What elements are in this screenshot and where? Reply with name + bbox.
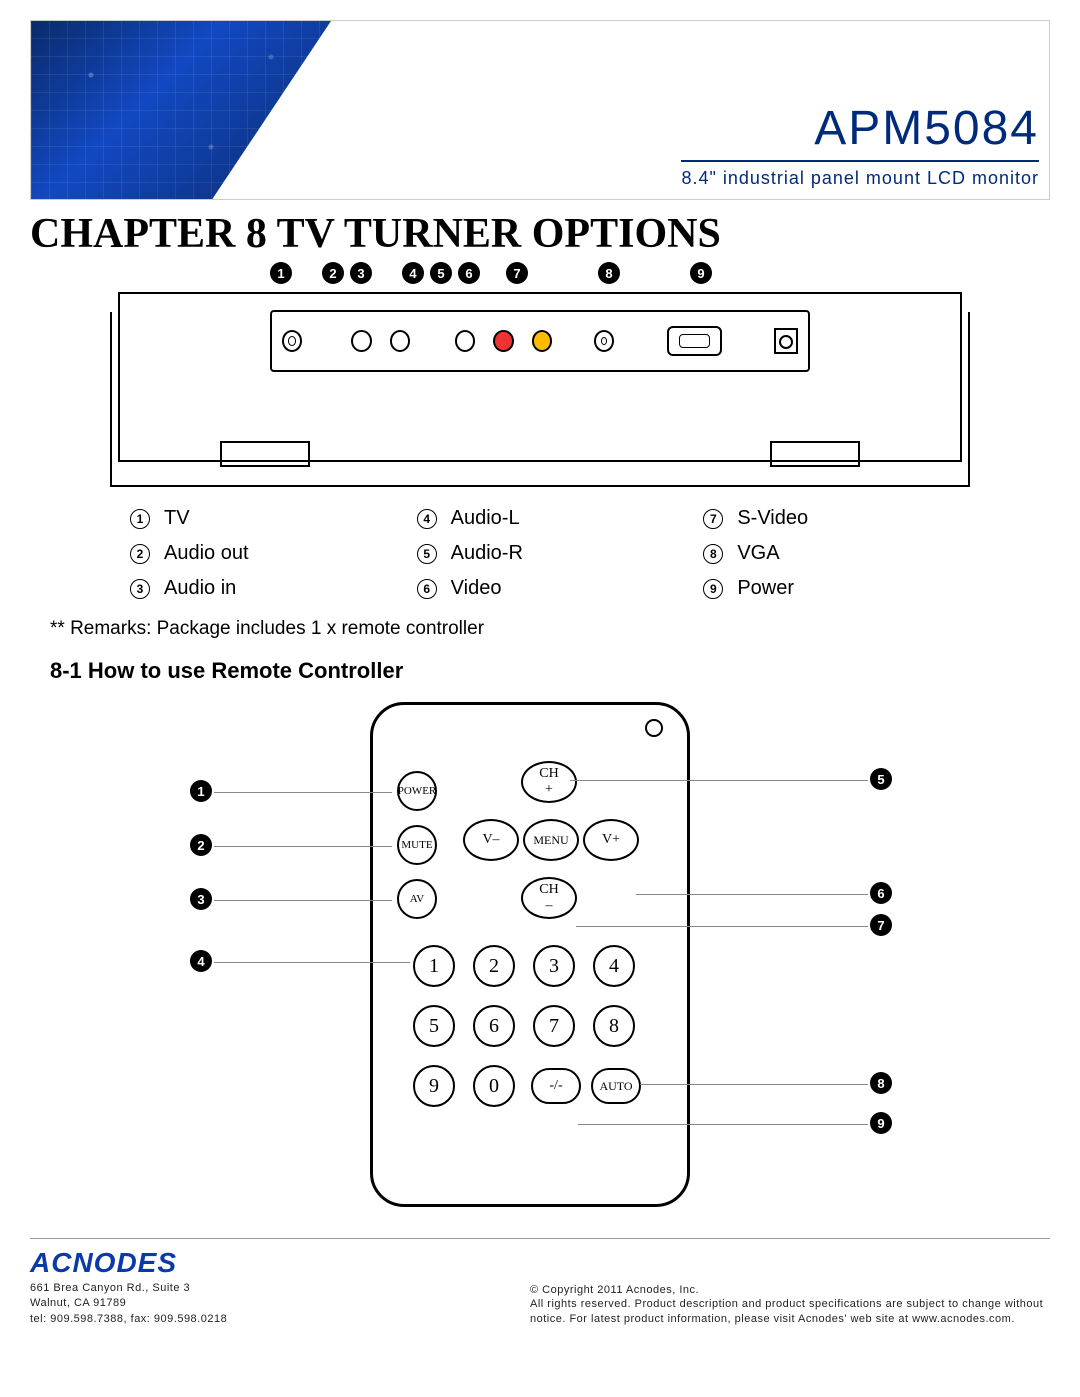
port-strip: [270, 310, 810, 372]
remote-callout-6: 6: [870, 882, 892, 904]
remote-callout-2: 2: [190, 834, 212, 856]
vent-left: [220, 441, 310, 467]
remote-callout-1: 1: [190, 780, 212, 802]
btn-v-plus: V+: [583, 819, 639, 861]
btn-v-minus: V–: [463, 819, 519, 861]
legend-item: 6Video: [417, 577, 664, 600]
addr-line: tel: 909.598.7388, fax: 909.598.0218: [30, 1312, 227, 1327]
footer-legal: © Copyright 2011 Acnodes, Inc. All right…: [530, 1283, 1050, 1328]
remarks-text: ** Remarks: Package includes 1 x remote …: [50, 618, 1050, 640]
legend-label: Audio in: [164, 577, 236, 600]
btn-4: 4: [593, 945, 635, 987]
btn-0: 0: [473, 1065, 515, 1107]
copyright-line: © Copyright 2011 Acnodes, Inc.: [530, 1283, 1050, 1298]
btn-1: 1: [413, 945, 455, 987]
brand-logo: ACNODES: [30, 1247, 227, 1279]
btn-av: AV: [397, 879, 437, 919]
legend-label: Audio-L: [451, 507, 520, 530]
legend-label: S-Video: [737, 507, 808, 530]
footer-address: 661 Brea Canyon Rd., Suite 3 Walnut, CA …: [30, 1281, 227, 1327]
btn-2: 2: [473, 945, 515, 987]
btn-menu: MENU: [523, 819, 579, 861]
legend-item: 7S-Video: [703, 507, 950, 530]
port-vga: [667, 326, 722, 356]
remote-callout-8: 8: [870, 1072, 892, 1094]
btn-3: 3: [533, 945, 575, 987]
section-8-1-heading: 8-1 How to use Remote Controller: [50, 658, 1050, 684]
legend-label: Video: [451, 577, 502, 600]
btn-dash: -/-: [531, 1068, 581, 1104]
port-tv: [282, 330, 302, 352]
legend-label: Audio-R: [451, 542, 523, 565]
rear-panel-diagram: [110, 292, 970, 487]
legend-item: 5Audio-R: [417, 542, 664, 565]
vent-right: [770, 441, 860, 467]
legend-item: 2Audio out: [130, 542, 377, 565]
chapter-title: CHAPTER 8 TV TURNER OPTIONS: [30, 210, 1050, 258]
remote-diagram: POWER MUTE AV CH + V– MENU V+ CH – 1 2 3…: [90, 702, 990, 1222]
callout-8: 8: [598, 262, 620, 284]
legend-label: TV: [164, 507, 190, 530]
btn-9: 9: [413, 1065, 455, 1107]
callout-9: 9: [690, 262, 712, 284]
btn-7: 7: [533, 1005, 575, 1047]
port-audio-out: [351, 330, 371, 352]
port-svideo: [594, 330, 614, 352]
remote-led: [645, 719, 663, 737]
legend-item: 9Power: [703, 577, 950, 600]
legend-item: 3Audio in: [130, 577, 377, 600]
btn-5: 5: [413, 1005, 455, 1047]
btn-ch-up: CH +: [521, 761, 577, 803]
remote-callout-3: 3: [190, 888, 212, 910]
callout-6: 6: [458, 262, 480, 284]
port-video: [532, 330, 552, 352]
title-area: APM5084 8.4" industrial panel mount LCD …: [681, 101, 1039, 189]
footer-left: ACNODES 661 Brea Canyon Rd., Suite 3 Wal…: [30, 1247, 227, 1327]
btn-8: 8: [593, 1005, 635, 1047]
page-header: APM5084 8.4" industrial panel mount LCD …: [30, 20, 1050, 200]
btn-power: POWER: [397, 771, 437, 811]
addr-line: 661 Brea Canyon Rd., Suite 3: [30, 1281, 227, 1296]
addr-line: Walnut, CA 91789: [30, 1296, 227, 1311]
port-audio-in: [390, 330, 410, 352]
btn-ch-dn: CH –: [521, 877, 577, 919]
legend-item: 8VGA: [703, 542, 950, 565]
callout-2: 2: [322, 262, 344, 284]
model-number: APM5084: [681, 101, 1039, 162]
legend-label: Audio out: [164, 542, 249, 565]
remote-callout-7: 7: [870, 914, 892, 936]
legal-text: All rights reserved. Product description…: [530, 1297, 1050, 1327]
callout-7: 7: [506, 262, 528, 284]
callout-3: 3: [350, 262, 372, 284]
model-subtitle: 8.4" industrial panel mount LCD monitor: [681, 168, 1039, 189]
btn-6: 6: [473, 1005, 515, 1047]
port-audio-l: [455, 330, 475, 352]
callout-1: 1: [270, 262, 292, 284]
port-audio-r: [493, 330, 513, 352]
port-legend: 1TV 4Audio-L 7S-Video 2Audio out 5Audio-…: [130, 507, 950, 600]
remote-body: POWER MUTE AV CH + V– MENU V+ CH – 1 2 3…: [370, 702, 690, 1207]
remote-callout-5: 5: [870, 768, 892, 790]
callout-4: 4: [402, 262, 424, 284]
remote-callout-4: 4: [190, 950, 212, 972]
legend-item: 1TV: [130, 507, 377, 530]
legend-label: VGA: [737, 542, 779, 565]
legend-label: Power: [737, 577, 794, 600]
callout-5: 5: [430, 262, 452, 284]
page-footer: ACNODES 661 Brea Canyon Rd., Suite 3 Wal…: [30, 1238, 1050, 1327]
legend-item: 4Audio-L: [417, 507, 664, 530]
rear-panel-callout-row: 1 2 3 4 5 6 7 8 9: [270, 262, 1050, 284]
port-power: [774, 328, 798, 354]
btn-mute: MUTE: [397, 825, 437, 865]
remote-callout-9: 9: [870, 1112, 892, 1134]
btn-auto: AUTO: [591, 1068, 641, 1104]
decorative-pcb-art: [31, 21, 331, 200]
